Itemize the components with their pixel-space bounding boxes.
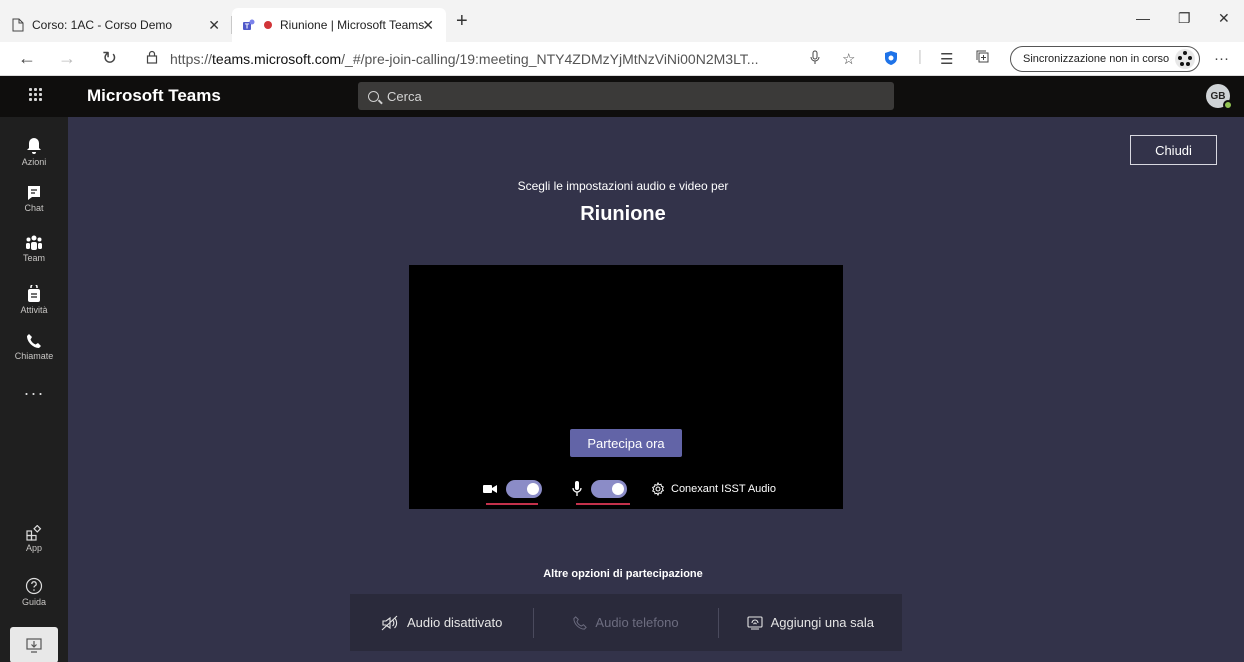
tab-title: Riunione | Microsoft Teams: [280, 18, 425, 32]
app-launcher-icon[interactable]: [28, 87, 44, 103]
rail-item-teams[interactable]: Team: [0, 235, 68, 263]
sync-status-button[interactable]: Sincronizzazione non in corso: [1010, 46, 1200, 72]
rail-item-assignments[interactable]: Attività: [0, 285, 68, 315]
audio-off-option[interactable]: Audio disattivato: [350, 594, 533, 651]
rail-item-activity[interactable]: Azioni: [0, 137, 68, 167]
prejoin-screen: Chiudi Scegli le impostazioni audio e vi…: [68, 117, 1244, 662]
browser-tab-strip: Corso: 1AC - Corso Demo ✕ T Riunione | M…: [0, 0, 1244, 42]
rail-item-chat[interactable]: Chat: [0, 185, 68, 213]
audio-device-label: Conexant ISST Audio: [671, 483, 776, 495]
speaker-off-icon: [381, 615, 398, 630]
avatar-initials: GB: [1210, 90, 1226, 102]
rail-label: App: [25, 543, 42, 553]
minimize-icon[interactable]: —: [1136, 10, 1150, 26]
prejoin-subtitle: Scegli le impostazioni audio e video per: [517, 179, 729, 193]
new-tab-icon[interactable]: +: [456, 10, 468, 33]
rail-item-calls[interactable]: Chiamate: [0, 333, 68, 361]
option-label: Aggiungi una sala: [770, 615, 874, 630]
browser-tab-teams[interactable]: T Riunione | Microsoft Teams ✕: [232, 8, 446, 42]
close-tab-icon[interactable]: ✕: [208, 17, 220, 34]
favorite-star-icon[interactable]: ☆: [842, 50, 855, 68]
bell-icon: [27, 138, 41, 154]
url-scheme: https://: [170, 51, 213, 67]
app-title: Microsoft Teams: [87, 86, 221, 105]
device-controls: Conexant ISST Audio: [409, 477, 843, 505]
meeting-title: Riunione: [580, 203, 666, 225]
option-label: Audio disattivato: [406, 615, 503, 630]
svg-text:T: T: [245, 24, 250, 31]
device-settings-button[interactable]: Conexant ISST Audio: [651, 482, 776, 496]
option-label: Audio telefono: [595, 615, 679, 630]
url-path: /_#/pre-join-calling/19:meeting_NTY4ZDMz…: [341, 51, 759, 67]
download-app-button[interactable]: [10, 627, 58, 662]
address-url[interactable]: https://teams.microsoft.com/_#/pre-join-…: [170, 51, 758, 67]
microphone-toggle[interactable]: [591, 480, 627, 498]
camera-toggle[interactable]: [506, 480, 542, 498]
camera-annotation-underline: [486, 503, 538, 505]
favorites-list-icon[interactable]: ☰: [940, 50, 953, 68]
presence-available-icon: [1223, 100, 1233, 110]
search-placeholder: Cerca: [387, 88, 422, 104]
toggle-knob: [527, 483, 539, 495]
toolbar-divider: |: [918, 48, 922, 65]
assignments-icon: [28, 285, 40, 302]
more-options-icon[interactable]: ···: [1214, 50, 1229, 67]
page-icon: [12, 18, 24, 32]
browser-tab-course[interactable]: Corso: 1AC - Corso Demo ✕: [0, 8, 232, 42]
refresh-icon[interactable]: ↻: [102, 48, 117, 69]
more-apps-icon[interactable]: ···: [0, 383, 68, 404]
rail-item-apps[interactable]: App: [0, 525, 68, 553]
other-join-options-title: Altre opzioni di partecipazione: [543, 568, 703, 580]
phone-audio-option[interactable]: Audio telefono: [534, 594, 717, 651]
rail-label: Team: [22, 253, 45, 263]
back-icon[interactable]: ←: [18, 48, 36, 69]
close-tab-icon[interactable]: ✕: [422, 17, 434, 34]
phone-icon: [27, 334, 41, 348]
toggle-knob: [612, 483, 624, 495]
teams-header: Microsoft Teams Cerca GB: [0, 76, 1244, 117]
download-icon: [26, 638, 42, 653]
microphone-permission-icon[interactable]: [810, 50, 820, 70]
shield-extension-icon[interactable]: [884, 50, 898, 70]
search-input[interactable]: Cerca: [358, 82, 894, 110]
rail-label: Chat: [24, 203, 44, 213]
microphone-annotation-underline: [576, 503, 630, 505]
team-icon: [26, 235, 42, 250]
url-host: teams.microsoft.com: [212, 51, 342, 67]
lock-icon[interactable]: [146, 50, 158, 68]
collections-icon[interactable]: [976, 50, 990, 68]
join-now-button[interactable]: Partecipa ora: [570, 429, 682, 457]
rail-label: Attività: [20, 305, 48, 315]
other-join-options: Audio disattivato Audio telefono Aggiung…: [350, 594, 902, 651]
add-room-option[interactable]: Aggiungi una sala: [719, 594, 902, 651]
gear-icon: [651, 482, 665, 496]
chat-icon: [28, 186, 40, 200]
teams-logo-icon: T: [243, 19, 255, 31]
browser-toolbar: ← → ↻ https://teams.microsoft.com/_#/pre…: [0, 42, 1244, 76]
close-button[interactable]: Chiudi: [1130, 135, 1217, 165]
apps-icon: [26, 525, 42, 541]
video-preview: Partecipa ora Conexant ISST Audio: [409, 265, 843, 509]
cast-icon: [747, 615, 763, 630]
close-window-icon[interactable]: ✕: [1218, 10, 1230, 27]
search-icon: [368, 90, 379, 102]
help-icon: [25, 577, 43, 595]
camera-icon: [483, 485, 497, 493]
rail-label: Guida: [21, 597, 47, 607]
profile-avatar-icon: [1175, 49, 1195, 69]
avatar[interactable]: GB: [1206, 84, 1233, 110]
phone-icon: [573, 615, 588, 630]
microphone-icon: [572, 481, 582, 496]
tab-title: Corso: 1AC - Corso Demo: [32, 18, 173, 32]
rail-item-help[interactable]: Guida: [0, 577, 68, 607]
rail-label: Azioni: [21, 157, 47, 167]
rail-label: Chiamate: [14, 351, 54, 361]
sync-status-label: Sincronizzazione non in corso: [1023, 53, 1170, 65]
app-bar: Azioni Chat Team Attività Chiamate ··· A…: [0, 117, 68, 662]
restore-icon[interactable]: ❐: [1178, 10, 1191, 27]
forward-icon[interactable]: →: [58, 48, 76, 69]
recording-dot-icon: [264, 21, 272, 29]
